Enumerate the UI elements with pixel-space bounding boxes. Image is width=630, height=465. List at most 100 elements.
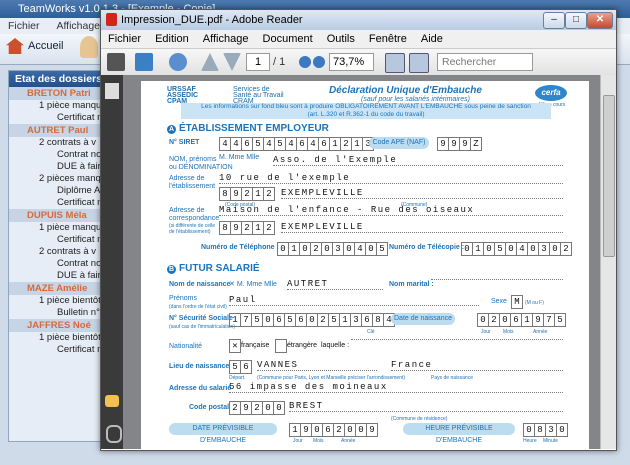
- ape-field[interactable]: 999Z: [437, 137, 482, 151]
- vertical-scrollbar[interactable]: [600, 75, 616, 449]
- pages-icon[interactable]: [105, 83, 119, 99]
- lieu-commune-value[interactable]: VANNES: [257, 360, 377, 371]
- sexe-field[interactable]: M: [511, 295, 523, 309]
- cp-etab-field[interactable]: 89212: [219, 187, 275, 201]
- dossier-alert-detail[interactable]: DUE à faire: [9, 161, 109, 173]
- fax-field[interactable]: 0105040302: [461, 242, 572, 256]
- dossier-alert-detail[interactable]: Contrat non: [9, 258, 109, 270]
- dossier-alert[interactable]: 2 contrats à v: [9, 137, 109, 149]
- civ-b-checkbox[interactable]: ✕: [229, 281, 235, 288]
- dossier-name[interactable]: BRETON Patri: [9, 87, 109, 100]
- cp-sal-field[interactable]: 29200: [229, 401, 285, 415]
- dossier-name[interactable]: DUPUIS Méla: [9, 209, 109, 222]
- civ-m[interactable]: M.: [219, 154, 227, 161]
- menu-outils[interactable]: Outils: [327, 33, 355, 45]
- dossier-item[interactable]: BRETON Patri 1 pièce manqu Certificat mé: [9, 87, 110, 124]
- dossier-alert-detail[interactable]: DUE à faire: [9, 270, 109, 282]
- next-page-icon[interactable]: [223, 53, 241, 71]
- dossier-alert[interactable]: 1 pièce bientôt: [9, 295, 109, 307]
- nom-naissance-value[interactable]: AUTRET: [287, 279, 383, 290]
- cp-corresp-field[interactable]: 89212: [219, 221, 275, 235]
- tw-menu-affichage[interactable]: Affichage: [56, 20, 100, 32]
- print-icon[interactable]: [107, 53, 125, 71]
- adresse-sal-value[interactable]: 56 impasse des moineaux: [229, 382, 563, 393]
- dossier-alert[interactable]: 1 pièce bientôt: [9, 332, 109, 344]
- dossier-alert-detail[interactable]: Diplôme A.F: [9, 185, 109, 197]
- dossier-alert-detail[interactable]: Certificat mé: [9, 197, 110, 209]
- char-cell: 6: [241, 360, 252, 374]
- lieu-pays-value[interactable]: France: [391, 360, 563, 371]
- dossier-item[interactable]: DUPUIS Méla 1 pièce manqu Certificat mé 2 c…: [9, 209, 110, 282]
- dossier-item[interactable]: AUTRET Paul 2 contrats à v Contrat non DUE …: [9, 124, 110, 209]
- civ-mlle[interactable]: Mlle: [246, 154, 259, 161]
- dossier-name[interactable]: MAZE Amélie: [9, 282, 109, 295]
- dossier-alert-detail[interactable]: Bulletin n°3 d: [9, 307, 113, 319]
- dossier-alert-detail[interactable]: Contrat non: [9, 149, 109, 161]
- accueil-button[interactable]: Accueil: [6, 38, 63, 54]
- ddn-field[interactable]: 02061975: [477, 313, 566, 327]
- dossier-name[interactable]: JAFFRES Noé: [9, 319, 109, 332]
- civ-mme[interactable]: Mme: [229, 154, 245, 161]
- attachment-icon[interactable]: [106, 425, 122, 443]
- nom-value[interactable]: Asso. de l'Exemple: [273, 155, 563, 166]
- nat-laquelle-value[interactable]: [351, 339, 563, 340]
- fit-page-icon[interactable]: [385, 53, 405, 73]
- dossier-alert-detail[interactable]: Certificat mé: [9, 344, 110, 356]
- nat-fr-checkbox[interactable]: ✕: [229, 339, 241, 353]
- tw-menu-fichier[interactable]: Fichier: [8, 20, 40, 32]
- maximize-button[interactable]: □: [565, 12, 587, 29]
- scrollbar-thumb[interactable]: [603, 95, 615, 257]
- secu-field[interactable]: 175065602513684: [229, 313, 395, 327]
- dossier-alert[interactable]: 2 contrats à v: [9, 246, 109, 258]
- menu-affichage[interactable]: Affichage: [203, 33, 249, 45]
- dossier-name[interactable]: AUTRET Paul: [9, 124, 109, 137]
- menu-aide[interactable]: Aide: [421, 33, 443, 45]
- dossier-alert-detail[interactable]: Certificat mé: [9, 112, 110, 124]
- emb-minute: Minute: [543, 438, 559, 444]
- siret-field[interactable]: 44654546461213: [219, 137, 374, 151]
- ville-corresp-value[interactable]: EXEMPLEVILLE: [281, 222, 563, 233]
- reader-menubar: Fichier Edition Affichage Document Outil…: [101, 30, 616, 49]
- menu-fenetre[interactable]: Fenêtre: [369, 33, 407, 45]
- minimize-button[interactable]: –: [543, 12, 565, 29]
- nat-etr-checkbox[interactable]: [275, 339, 287, 353]
- tel-field[interactable]: 0102030405: [277, 242, 388, 256]
- char-cell: 4: [264, 137, 275, 151]
- email-icon[interactable]: [135, 53, 153, 71]
- close-button[interactable]: ✕: [587, 12, 613, 29]
- dossier-alert-detail[interactable]: Certificat mé: [9, 234, 110, 246]
- dossier-alert[interactable]: 1 pièce manqu: [9, 100, 109, 112]
- ville-sal-value[interactable]: BREST: [289, 401, 563, 412]
- prenoms-value[interactable]: Paul: [229, 295, 479, 306]
- date-embauche-field[interactable]: 19062009: [289, 423, 378, 437]
- page-number-input[interactable]: 1: [246, 53, 270, 71]
- dossier-item[interactable]: MAZE Amélie 1 pièce bientôt Bulletin n°3 d: [9, 282, 113, 319]
- prev-page-icon[interactable]: [201, 53, 219, 71]
- commune-res-label: (Commune de résidence): [391, 416, 448, 422]
- menu-edition[interactable]: Edition: [155, 33, 189, 45]
- search-input[interactable]: Rechercher: [437, 53, 533, 71]
- civ-b-mlle[interactable]: Mlle: [264, 281, 277, 288]
- civ-b-mme[interactable]: Mme: [247, 281, 263, 288]
- comments-icon[interactable]: [105, 395, 119, 407]
- corresp-sub: (si différente de celle de l'établisseme…: [169, 223, 216, 235]
- adresse-etab-value[interactable]: 10 rue de l'exemple: [219, 173, 563, 184]
- nom-marital-value[interactable]: [431, 279, 563, 280]
- char-cell: 9: [533, 313, 544, 327]
- dossier-alert[interactable]: 1 pièce manqu: [9, 222, 109, 234]
- zoom-out-icon[interactable]: [299, 56, 311, 68]
- user-icon[interactable]: [80, 36, 98, 58]
- ville-etab-value[interactable]: EXEMPLEVILLE: [281, 188, 563, 199]
- pays-label: Pays de naissance: [431, 375, 473, 381]
- menu-document[interactable]: Document: [263, 33, 313, 45]
- heure-embauche-field[interactable]: 0830: [523, 423, 568, 437]
- dossier-alert[interactable]: 2 pièces manqu: [9, 173, 109, 185]
- zoom-in-icon[interactable]: [313, 56, 325, 68]
- lieu-dep-field[interactable]: 56: [229, 360, 252, 374]
- collaborate-icon[interactable]: [169, 53, 187, 71]
- menu-fichier[interactable]: Fichier: [108, 33, 141, 45]
- zoom-select[interactable]: 73,7%: [329, 53, 374, 71]
- corresp-addr-value[interactable]: Maison de l'enfance - Rue des oiseaux: [219, 205, 563, 216]
- dossier-item[interactable]: JAFFRES Noé 1 pièce bientôt Certificat mé: [9, 319, 110, 356]
- fit-width-icon[interactable]: [409, 53, 429, 73]
